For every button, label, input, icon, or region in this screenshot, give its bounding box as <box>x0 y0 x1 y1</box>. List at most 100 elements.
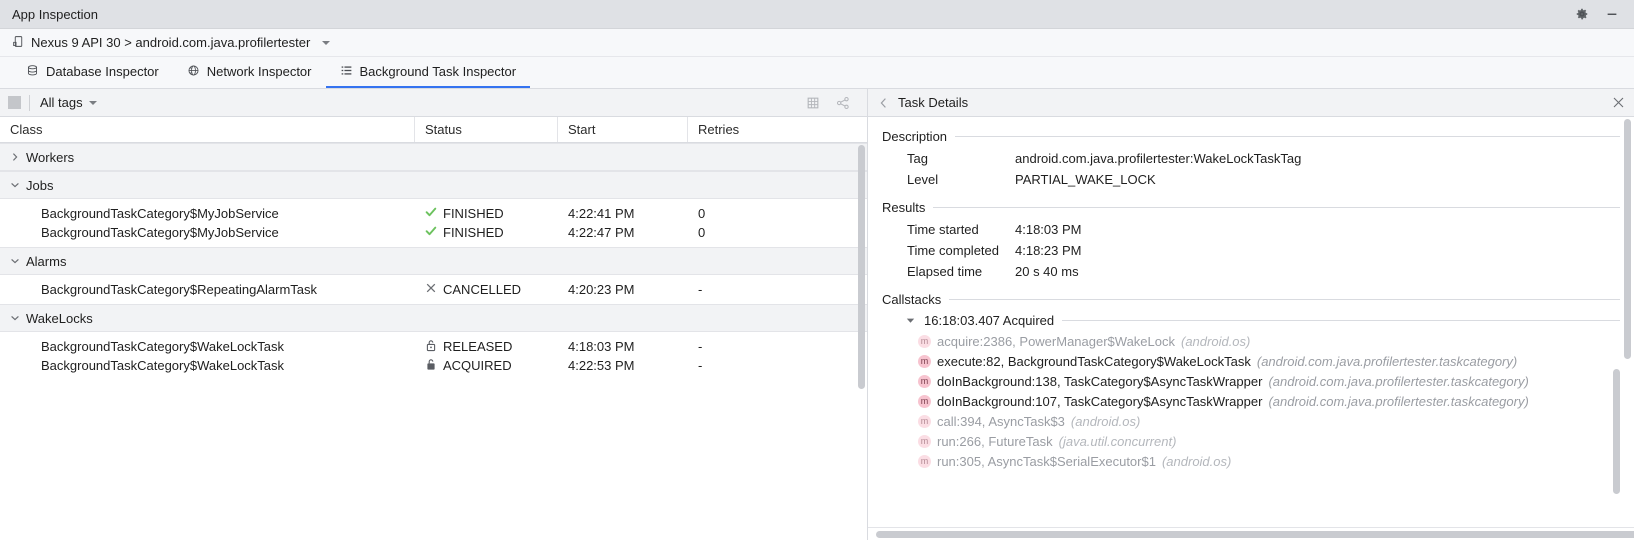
tags-filter-dropdown[interactable]: All tags <box>40 95 97 110</box>
callstack-frame[interactable]: m doInBackground:138, TaskCategory$Async… <box>882 371 1620 391</box>
cell-status: FINISHED <box>415 223 558 242</box>
graph-view-icon[interactable] <box>835 95 851 111</box>
frame-method: doInBackground:107, TaskCategory$AsyncTa… <box>937 394 1262 409</box>
method-icon: m <box>918 455 931 468</box>
main-content: All tags <box>0 89 1634 540</box>
cell-class: BackgroundTaskCategory$RepeatingAlarmTas… <box>0 280 415 299</box>
close-icon[interactable] <box>1610 95 1626 111</box>
method-icon: m <box>918 395 931 408</box>
chevron-down-icon[interactable] <box>8 180 22 190</box>
field-value: PARTIAL_WAKE_LOCK <box>1015 172 1156 187</box>
lock-closed-icon <box>425 358 437 374</box>
chevron-down-icon[interactable] <box>904 316 916 325</box>
tab-background-task-inspector[interactable]: Background Task Inspector <box>326 57 531 88</box>
description-heading-row: Description <box>882 129 1620 144</box>
table-vertical-scrollbar[interactable] <box>858 145 865 389</box>
method-icon: m <box>918 415 931 428</box>
callstack-frame[interactable]: m doInBackground:107, TaskCategory$Async… <box>882 391 1620 411</box>
table-group-workers[interactable]: Workers <box>0 143 867 171</box>
task-table-header: Class Status Start Retries <box>0 117 867 143</box>
callstack-group-header[interactable]: 16:18:03.407 Acquired <box>904 313 1620 328</box>
chevron-right-icon[interactable] <box>8 152 22 162</box>
check-icon <box>425 206 437 221</box>
column-header-retries[interactable]: Retries <box>688 117 867 142</box>
window-titlebar: App Inspection <box>0 0 1634 29</box>
frame-method: acquire:2386, PowerManager$WakeLock <box>937 334 1175 349</box>
cell-start: 4:22:47 PM <box>558 223 688 242</box>
back-icon[interactable] <box>876 97 892 109</box>
table-group-alarms[interactable]: Alarms <box>0 247 867 275</box>
callstack-horizontal-scrollbar[interactable] <box>876 531 1634 538</box>
table-group-wakelocks[interactable]: WakeLocks <box>0 304 867 332</box>
callstack-vertical-scrollbar[interactable] <box>1613 369 1620 494</box>
table-row[interactable]: BackgroundTaskCategory$WakeLockTask ACQU… <box>0 356 867 375</box>
task-table-pane: All tags <box>0 89 868 540</box>
results-section: Results Time started 4:18:03 PM Time com… <box>882 200 1620 282</box>
task-details-title: Task Details <box>898 95 1610 110</box>
frame-method: execute:82, BackgroundTaskCategory$WakeL… <box>937 354 1251 369</box>
cell-retries: - <box>688 356 867 375</box>
tab-database-inspector[interactable]: Database Inspector <box>12 57 173 88</box>
cell-class: BackgroundTaskCategory$MyJobService <box>0 204 415 223</box>
status-label: ACQUIRED <box>443 358 512 373</box>
status-label: FINISHED <box>443 206 504 221</box>
details-vertical-scrollbar[interactable] <box>1624 119 1631 359</box>
frame-package: (android.os) <box>1181 334 1250 349</box>
detail-field-time-completed: Time completed 4:18:23 PM <box>882 240 1620 261</box>
task-table-toolbar: All tags <box>0 89 867 117</box>
tab-label: Network Inspector <box>207 64 312 79</box>
frame-package: (android.os) <box>1071 414 1140 429</box>
callstack-frame[interactable]: m execute:82, BackgroundTaskCategory$Wak… <box>882 351 1620 371</box>
cell-status: ACQUIRED <box>415 356 558 375</box>
callstack-frame[interactable]: m run:305, AsyncTask$SerialExecutor$1 (a… <box>882 451 1620 471</box>
table-row[interactable]: BackgroundTaskCategory$WakeLockTask RELE… <box>0 337 867 356</box>
app-inspection-window: App Inspection Nexus 9 API 30 > androi <box>0 0 1634 540</box>
database-icon <box>26 64 39 80</box>
field-value: 20 s 40 ms <box>1015 264 1079 279</box>
callstack-group-rule <box>1062 320 1620 321</box>
globe-icon <box>187 64 200 80</box>
chevron-down-icon[interactable] <box>322 41 330 45</box>
cell-retries: - <box>688 280 867 299</box>
method-icon: m <box>918 435 931 448</box>
callstack-divider <box>868 527 1634 528</box>
device-selector[interactable]: Nexus 9 API 30 > android.com.java.profil… <box>12 35 330 51</box>
detail-field-tag: Tag android.com.java.profilertester:Wake… <box>882 148 1620 169</box>
cell-class: BackgroundTaskCategory$MyJobService <box>0 223 415 242</box>
cell-start: 4:22:53 PM <box>558 356 688 375</box>
chevron-down-icon[interactable] <box>8 256 22 266</box>
minimize-icon[interactable] <box>1604 6 1620 22</box>
column-header-class[interactable]: Class <box>0 117 415 142</box>
table-group-jobs[interactable]: Jobs <box>0 171 867 199</box>
chevron-down-icon[interactable] <box>8 313 22 323</box>
callstack-frame[interactable]: m call:394, AsyncTask$3 (android.os) <box>882 411 1620 431</box>
group-label: WakeLocks <box>26 311 93 326</box>
task-details-body: Description Tag android.com.java.profile… <box>868 117 1634 540</box>
callstacks-section: Callstacks 16:18:03.407 Acquired m acqui… <box>882 292 1620 471</box>
tab-label: Database Inspector <box>46 64 159 79</box>
field-value: 4:18:23 PM <box>1015 243 1082 258</box>
table-view-icon[interactable] <box>805 95 821 111</box>
callstack-frame[interactable]: m acquire:2386, PowerManager$WakeLock (a… <box>882 331 1620 351</box>
tab-network-inspector[interactable]: Network Inspector <box>173 57 326 88</box>
table-row[interactable]: BackgroundTaskCategory$RepeatingAlarmTas… <box>0 280 867 299</box>
cell-status: RELEASED <box>415 337 558 356</box>
section-heading: Results <box>882 200 925 215</box>
stop-button[interactable] <box>8 96 21 109</box>
method-icon: m <box>918 335 931 348</box>
check-icon <box>425 225 437 240</box>
lock-open-icon <box>425 339 437 355</box>
column-header-start[interactable]: Start <box>558 117 688 142</box>
gear-icon[interactable] <box>1574 6 1590 22</box>
method-icon: m <box>918 375 931 388</box>
callstack-group-label: 16:18:03.407 Acquired <box>924 313 1054 328</box>
table-row[interactable]: BackgroundTaskCategory$MyJobService FINI… <box>0 223 867 242</box>
field-key: Elapsed time <box>882 264 1015 279</box>
cell-retries: 0 <box>688 223 867 242</box>
callstack-frame[interactable]: m run:266, FutureTask (java.util.concurr… <box>882 431 1620 451</box>
cell-start: 4:22:41 PM <box>558 204 688 223</box>
table-row[interactable]: BackgroundTaskCategory$MyJobService FINI… <box>0 204 867 223</box>
cell-class: BackgroundTaskCategory$WakeLockTask <box>0 337 415 356</box>
device-selector-bar: Nexus 9 API 30 > android.com.java.profil… <box>0 29 1634 57</box>
column-header-status[interactable]: Status <box>415 117 558 142</box>
